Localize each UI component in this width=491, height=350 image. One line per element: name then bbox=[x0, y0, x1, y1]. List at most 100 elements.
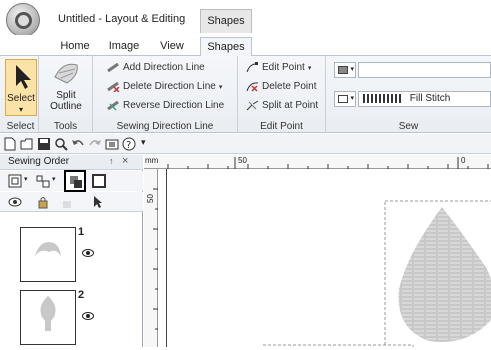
vertical-ruler: 50 bbox=[144, 169, 158, 347]
pin-icon[interactable]: ↑ bbox=[109, 156, 114, 166]
region-sew-type-combo[interactable]: Fill Stitch bbox=[358, 91, 491, 107]
title-bar: Untitled - Layout & Editing Shapes bbox=[0, 0, 491, 38]
delete-point-label: Delete Point bbox=[262, 81, 317, 93]
chevron-down-icon: ▾ bbox=[218, 84, 223, 92]
line-sew-type-combo[interactable] bbox=[358, 62, 491, 78]
tab-view[interactable]: View bbox=[154, 37, 190, 56]
ruler-unit: mm bbox=[145, 156, 159, 165]
fill-stitch-icon bbox=[363, 93, 401, 103]
sew-group-label: Sew bbox=[398, 121, 419, 132]
tab-shapes[interactable]: Shapes bbox=[200, 37, 252, 57]
outline-label: Outline bbox=[50, 101, 82, 112]
group-sew: ▾ ▾ Fill Stitch Sew bbox=[326, 56, 491, 133]
shape-thumbnail-1 bbox=[35, 242, 61, 256]
window-title: Untitled - Layout & Editing bbox=[58, 13, 186, 25]
merge-button[interactable] bbox=[64, 170, 86, 192]
add-direction-label: Add Direction Line bbox=[123, 62, 205, 74]
show-eye-icon[interactable] bbox=[8, 195, 22, 209]
chevron-down-icon[interactable]: ▾ bbox=[52, 175, 56, 183]
region-color-button[interactable]: ▾ bbox=[334, 91, 356, 107]
lock-disabled-icon bbox=[63, 201, 71, 208]
chevron-down-icon[interactable]: ▾ bbox=[24, 175, 28, 183]
pointer-icon[interactable] bbox=[90, 195, 104, 209]
fill-stitch-label: Fill Stitch bbox=[409, 93, 451, 104]
tools-group-label: Tools bbox=[53, 121, 78, 132]
preview-icon[interactable] bbox=[105, 137, 119, 151]
select-button[interactable]: Select ▾ bbox=[5, 59, 37, 116]
ruler-label: 0 bbox=[461, 156, 466, 165]
chevron-down-icon: ▾ bbox=[307, 65, 312, 73]
tab-image[interactable]: Image bbox=[103, 37, 145, 56]
help-icon[interactable]: ? bbox=[122, 137, 136, 151]
panel-toolbar-2 bbox=[0, 192, 143, 212]
edit-point-button[interactable]: Edit Point ▾ bbox=[246, 62, 311, 73]
eye-icon[interactable] bbox=[82, 312, 94, 320]
application-menu-button[interactable] bbox=[6, 3, 40, 37]
edit-point-label: Edit Point bbox=[262, 62, 305, 74]
close-icon[interactable]: × bbox=[122, 155, 128, 167]
customize-toolbar-icon[interactable]: ▾ bbox=[141, 137, 146, 148]
split-point-icon bbox=[246, 100, 259, 111]
split-at-point-label: Split at Point bbox=[262, 100, 319, 112]
add-direction-icon bbox=[107, 62, 120, 73]
tab-home[interactable]: Home bbox=[55, 37, 95, 56]
delete-direction-label: Delete Direction Line bbox=[123, 81, 216, 93]
horizontal-ruler: mm 50 0 bbox=[144, 155, 491, 169]
split-at-point-button[interactable]: Split at Point bbox=[246, 100, 318, 111]
panel-toolbar-1: ▾ ▾ bbox=[0, 170, 143, 192]
thumbnail-size-icon[interactable] bbox=[36, 174, 50, 188]
design-page bbox=[166, 169, 491, 350]
contextual-tab-header: Shapes bbox=[200, 9, 252, 33]
open-folder-icon[interactable] bbox=[20, 137, 34, 151]
ruler-ticks bbox=[153, 188, 158, 330]
dropdown-arrow-icon: ▾ bbox=[18, 105, 23, 114]
ruler-label: 50 bbox=[238, 156, 247, 165]
sewing-order-thumbnail[interactable] bbox=[20, 227, 76, 282]
edit-point-icon bbox=[246, 62, 259, 73]
split-outline-icon bbox=[54, 63, 78, 84]
select-group-label: Select bbox=[6, 121, 35, 132]
split-outline-button[interactable]: Split Outline bbox=[45, 59, 87, 116]
shape-thumbnail-2 bbox=[40, 296, 56, 331]
embroidery-shapes bbox=[262, 200, 491, 350]
quick-access-toolbar: ? ▾ bbox=[0, 134, 491, 154]
leaf-shape[interactable] bbox=[398, 207, 491, 342]
delete-point-button[interactable]: Delete Point bbox=[246, 81, 316, 92]
design-canvas-area: mm 50 0 50 bbox=[144, 155, 491, 350]
chevron-down-icon: ▾ bbox=[350, 95, 354, 102]
ribbon: Select ▾ Select Split Outline Tools Add … bbox=[0, 56, 491, 133]
ribbon-tabs: Home Image View Shapes bbox=[0, 35, 491, 57]
ruler-ticks bbox=[167, 157, 489, 169]
sewing-order-panel: Sewing Order ↑ × ▾ ▾ 1 2 bbox=[0, 155, 143, 347]
undo-icon[interactable] bbox=[71, 137, 85, 151]
sewing-order-thumbnail[interactable] bbox=[20, 290, 76, 345]
line-color-button[interactable]: ▾ bbox=[334, 62, 356, 78]
reverse-direction-label: Reverse Direction Line bbox=[123, 100, 225, 112]
add-direction-line-button[interactable]: Add Direction Line bbox=[107, 62, 205, 73]
sewing-direction-group-label: Sewing Direction Line bbox=[116, 121, 214, 132]
select-button-label: Select bbox=[7, 93, 35, 104]
svg-text:?: ? bbox=[126, 140, 131, 151]
zoom-fit-icon[interactable] bbox=[8, 174, 22, 188]
panel-header: Sewing Order ↑ × bbox=[0, 155, 143, 170]
chevron-down-icon: ▾ bbox=[350, 66, 354, 73]
group-select: Select ▾ Select bbox=[3, 56, 39, 133]
redo-icon[interactable] bbox=[88, 137, 102, 151]
line-color-icon bbox=[338, 66, 348, 74]
sewing-area-icon[interactable] bbox=[92, 174, 106, 188]
save-icon[interactable] bbox=[37, 137, 51, 151]
eye-icon[interactable] bbox=[82, 249, 94, 257]
group-edit-point: Edit Point ▾ Delete Point Split at Point … bbox=[238, 56, 326, 133]
reverse-direction-icon bbox=[107, 100, 120, 111]
new-file-icon[interactable] bbox=[3, 137, 17, 151]
region-color-icon bbox=[338, 95, 348, 103]
reverse-direction-line-button[interactable]: Reverse Direction Line bbox=[107, 100, 224, 111]
delete-direction-icon bbox=[107, 81, 120, 93]
delete-direction-line-button[interactable]: Delete Direction Line ▾ bbox=[107, 81, 223, 93]
arrow-cursor-icon bbox=[16, 65, 31, 89]
delete-point-icon bbox=[246, 81, 259, 92]
lock-icon[interactable] bbox=[36, 195, 50, 209]
group-tools: Split Outline Tools bbox=[39, 56, 93, 133]
edit-point-group-label: Edit Point bbox=[260, 121, 303, 132]
zoom-icon[interactable] bbox=[54, 137, 68, 151]
